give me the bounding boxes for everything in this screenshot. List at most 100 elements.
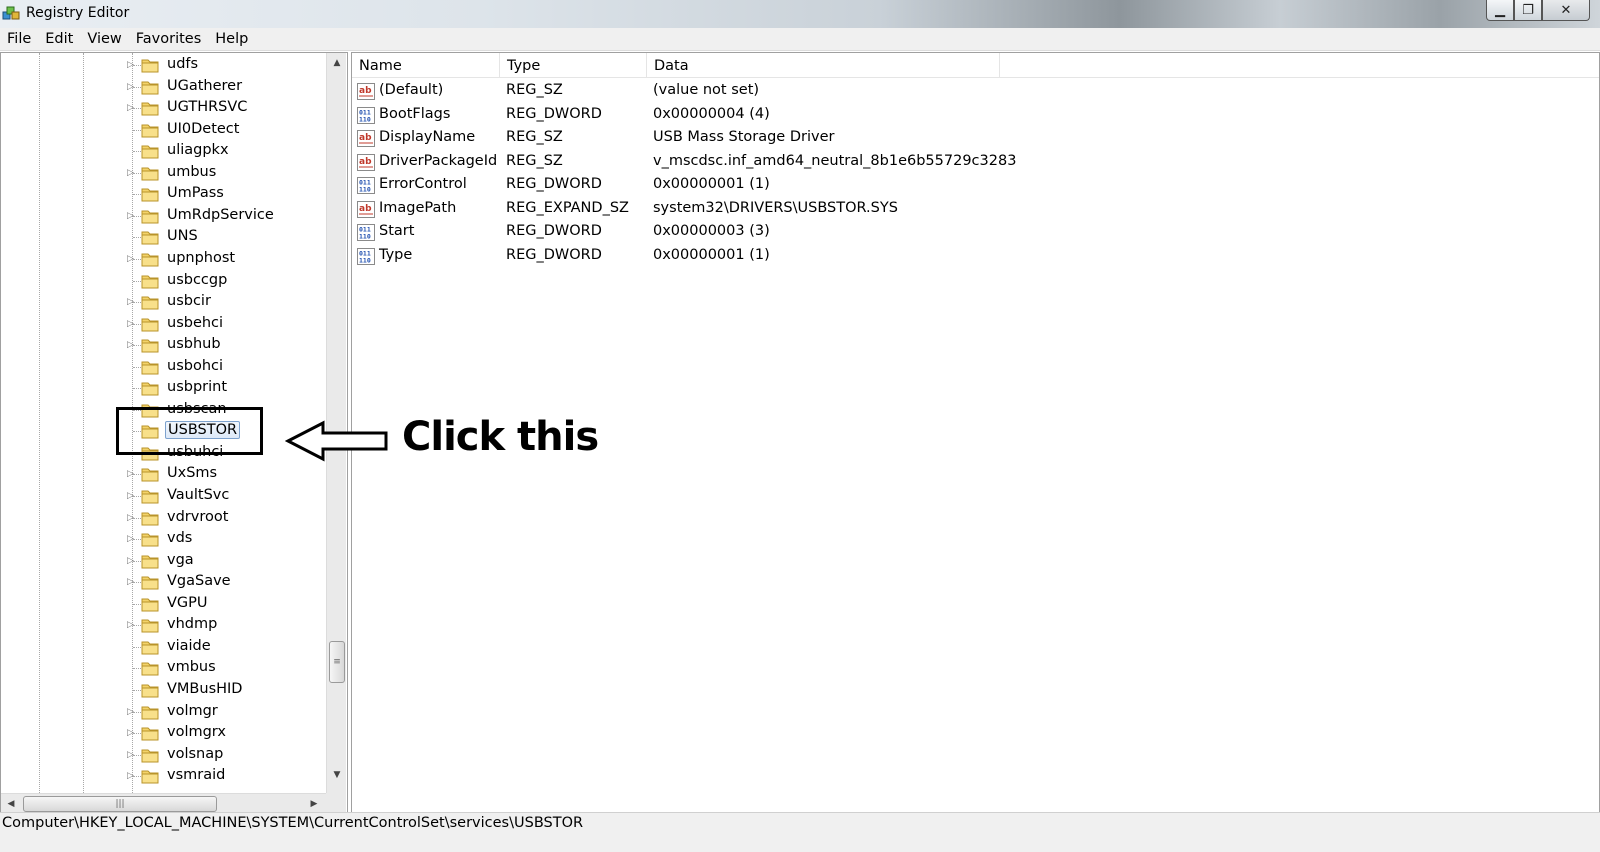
tree-item[interactable]: ▷ VaultSvc — [1, 485, 326, 507]
expand-arrow-icon[interactable]: ▷ — [127, 252, 137, 266]
scroll-left-arrow-icon[interactable]: ◀ — [1, 794, 21, 814]
tree-item[interactable]: UmPass — [1, 183, 326, 205]
tree-item[interactable]: ▷ udfs — [1, 54, 326, 76]
tree-item[interactable]: uliagpkx — [1, 140, 326, 162]
value-row[interactable]: ab ImagePath REG_EXPAND_SZ system32\DRIVERS… — [352, 198, 1352, 221]
string-value-icon: ab — [357, 153, 375, 171]
expand-arrow-icon[interactable]: ▷ — [127, 769, 137, 783]
column-header-type[interactable]: Type — [500, 53, 647, 78]
tree-item[interactable]: viaide — [1, 636, 326, 658]
expand-arrow-icon[interactable]: ▷ — [127, 166, 137, 180]
expand-arrow-icon[interactable]: ▷ — [127, 748, 137, 762]
tree-item[interactable]: ▷ vsmraid — [1, 765, 326, 787]
tree-item[interactable]: ▷ vga — [1, 550, 326, 572]
tree-item[interactable]: ▷ UGatherer — [1, 76, 326, 98]
tree-item[interactable]: VGPU — [1, 593, 326, 615]
tree-item[interactable]: UI0Detect — [1, 119, 326, 141]
tree-horizontal-scrollbar[interactable]: ◀ ||| ▶ — [1, 793, 326, 813]
expand-arrow-icon[interactable]: ▷ — [127, 338, 137, 352]
value-row[interactable]: ab (Default) REG_SZ (value not set) — [352, 80, 1352, 103]
expand-arrow-icon[interactable]: ▷ — [127, 489, 137, 503]
menu-favorites[interactable]: Favorites — [129, 31, 209, 47]
maximize-button[interactable]: ❐ — [1514, 0, 1542, 21]
scroll-up-arrow-icon[interactable]: ▲ — [327, 53, 347, 73]
close-button[interactable]: ✕ — [1542, 0, 1590, 21]
expand-arrow-icon[interactable]: ▷ — [127, 511, 137, 525]
expand-arrow-icon[interactable]: ▷ — [127, 575, 137, 589]
tree-item[interactable]: ▷ usbehci — [1, 313, 326, 335]
expand-arrow-icon[interactable]: ▷ — [127, 209, 137, 223]
tree-item-label: vhdmp — [167, 616, 218, 633]
tree-item[interactable]: ▷ volsnap — [1, 744, 326, 766]
tree-item[interactable]: usbprint — [1, 377, 326, 399]
tree-item[interactable]: ▷ UmRdpService — [1, 205, 326, 227]
folder-icon — [141, 768, 159, 784]
column-header-name[interactable]: Name — [352, 53, 500, 78]
tree-item[interactable]: ▷ UxSms — [1, 463, 326, 485]
tree-item[interactable]: usbohci — [1, 356, 326, 378]
tree-item[interactable]: ▷ VgaSave — [1, 571, 326, 593]
tree-item[interactable]: ▷ vhdmp — [1, 614, 326, 636]
value-row[interactable]: 011 110 Start REG_DWORD 0x00000003 (3) — [352, 221, 1352, 244]
tree-item-label: vsmraid — [167, 767, 226, 784]
tree-item[interactable]: ▷ UGTHRSVC — [1, 97, 326, 119]
tree-item-label: usbcir — [167, 293, 211, 310]
value-data: USB Mass Storage Driver — [653, 129, 835, 145]
expand-arrow-icon[interactable]: ▷ — [127, 554, 137, 568]
tree-item[interactable]: ▷ usbcir — [1, 291, 326, 313]
menu-edit[interactable]: Edit — [38, 31, 80, 47]
expand-arrow-icon[interactable]: ▷ — [127, 467, 137, 481]
tree-item[interactable]: ▷ volmgrx — [1, 722, 326, 744]
value-name: (Default) — [379, 82, 444, 98]
scroll-right-arrow-icon[interactable]: ▶ — [304, 794, 324, 814]
svg-text:110: 110 — [359, 233, 371, 241]
scroll-down-arrow-icon[interactable]: ▼ — [327, 765, 347, 785]
tree-item-label: usbhub — [167, 336, 221, 353]
title-bar: Registry Editor ▁ ❐ ✕ — [0, 0, 1600, 28]
folder-icon — [141, 660, 159, 676]
tree-horizontal-scroll-thumb[interactable]: ||| — [23, 796, 217, 812]
expand-arrow-icon[interactable]: ▷ — [127, 705, 137, 719]
expand-arrow-icon[interactable]: ▷ — [127, 58, 137, 72]
menu-help[interactable]: Help — [208, 31, 255, 47]
close-icon: ✕ — [1560, 2, 1572, 18]
tree-item[interactable]: ▷ vds — [1, 528, 326, 550]
expand-arrow-icon[interactable]: ▷ — [127, 80, 137, 94]
folder-icon — [141, 79, 159, 95]
tree-item[interactable]: UNS — [1, 226, 326, 248]
expand-arrow-icon[interactable]: ▷ — [127, 618, 137, 632]
folder-icon — [141, 316, 159, 332]
tree-item[interactable]: vmbus — [1, 657, 326, 679]
expand-arrow-icon[interactable]: ▷ — [127, 726, 137, 740]
tree-item[interactable]: ▷ umbus — [1, 162, 326, 184]
tree-item-label: viaide — [167, 637, 211, 654]
tree-item[interactable]: ▷ usbhub — [1, 334, 326, 356]
folder-icon — [141, 229, 159, 245]
value-row[interactable]: 011 110 Type REG_DWORD 0x00000001 (1) — [352, 245, 1352, 268]
minimize-button[interactable]: ▁ — [1486, 0, 1514, 21]
tree-connector-line — [133, 280, 141, 282]
value-row[interactable]: ab DriverPackageId REG_SZ v_mscdsc.inf_amd6… — [352, 151, 1352, 174]
tree-item-label: vga — [167, 551, 194, 568]
column-header-data[interactable]: Data — [647, 53, 1000, 78]
expand-arrow-icon[interactable]: ▷ — [127, 532, 137, 546]
tree-item-label: vdrvroot — [167, 508, 229, 525]
expand-arrow-icon[interactable]: ▷ — [127, 295, 137, 309]
menu-file[interactable]: File — [0, 31, 38, 47]
value-row[interactable]: 011 110 BootFlags REG_DWORD 0x00000004 (4) — [352, 104, 1352, 127]
folder-icon — [141, 617, 159, 633]
expand-arrow-icon[interactable]: ▷ — [127, 101, 137, 115]
scrollbar-corner — [326, 793, 346, 813]
tree-item[interactable]: ▷ upnphost — [1, 248, 326, 270]
expand-arrow-icon[interactable]: ▷ — [127, 317, 137, 331]
value-row[interactable]: 011 110 ErrorControl REG_DWORD 0x00000001 (1… — [352, 174, 1352, 197]
folder-icon — [141, 165, 159, 181]
binary-value-icon: 011 110 — [357, 247, 375, 265]
tree-vertical-scroll-thumb[interactable]: ≡ — [329, 641, 345, 683]
tree-item[interactable]: usbccgp — [1, 270, 326, 292]
tree-item[interactable]: ▷ volmgr — [1, 701, 326, 723]
tree-item[interactable]: VMBusHID — [1, 679, 326, 701]
menu-view[interactable]: View — [80, 31, 128, 47]
value-row[interactable]: ab DisplayName REG_SZ USB Mass Storage Driv… — [352, 127, 1352, 150]
tree-item[interactable]: ▷ vdrvroot — [1, 507, 326, 529]
